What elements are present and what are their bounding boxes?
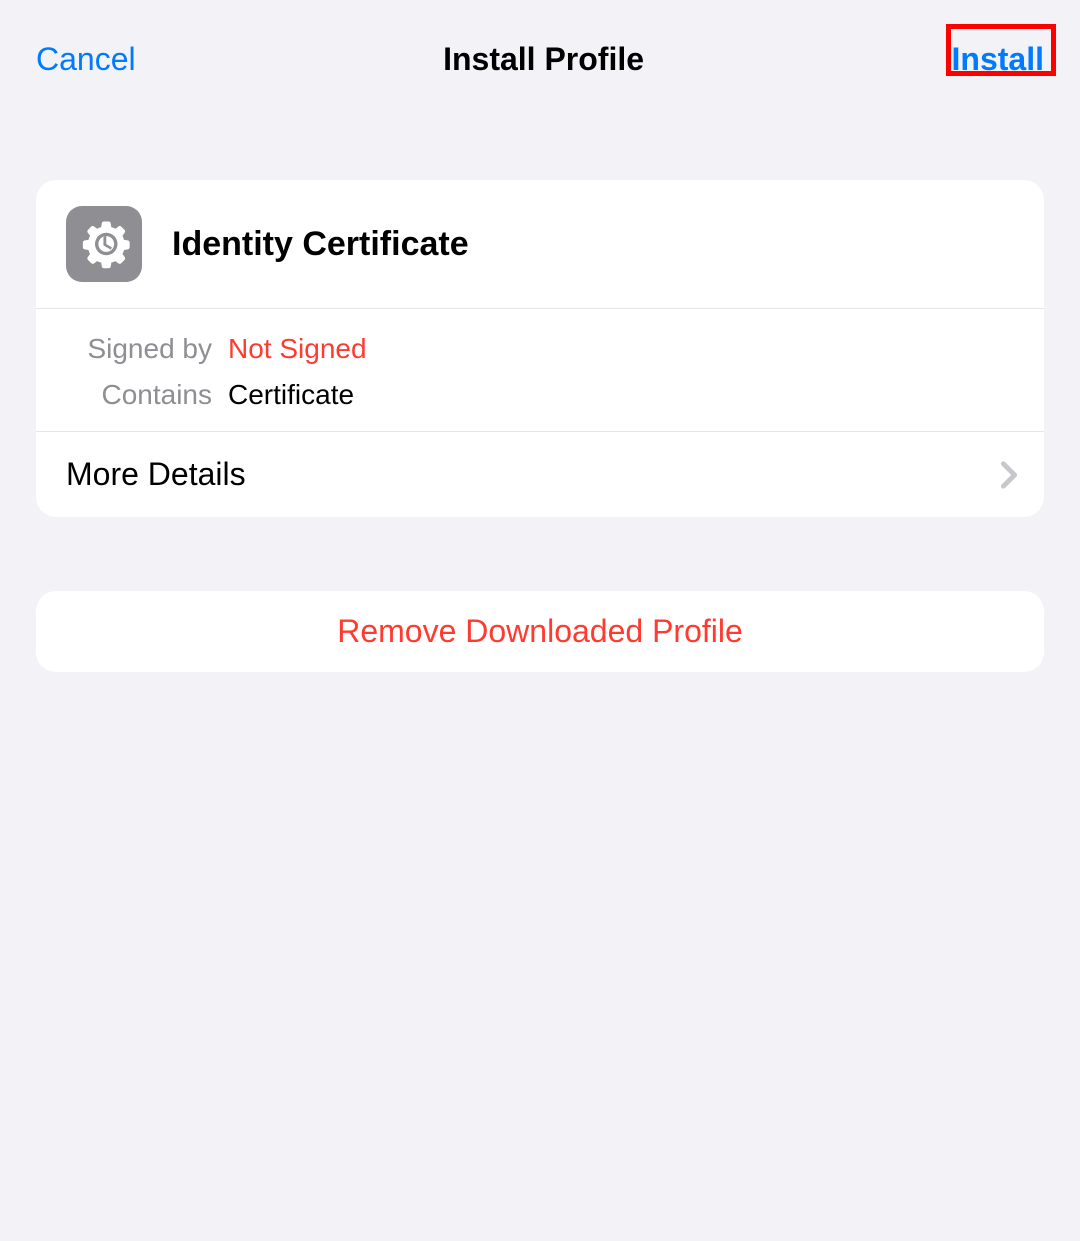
signed-by-value: Not Signed <box>228 333 367 365</box>
navbar: Cancel Install Profile Install <box>0 0 1080 88</box>
signed-by-row: Signed by Not Signed <box>66 333 1014 365</box>
profile-header: Identity Certificate <box>36 180 1044 309</box>
page-title: Install Profile <box>136 41 952 78</box>
remove-profile-label: Remove Downloaded Profile <box>36 613 1044 650</box>
contains-value: Certificate <box>228 379 354 411</box>
remove-profile-button[interactable]: Remove Downloaded Profile <box>36 591 1044 672</box>
profile-title: Identity Certificate <box>172 225 469 264</box>
more-details-label: More Details <box>66 456 246 493</box>
contains-row: Contains Certificate <box>66 379 1014 411</box>
profile-card: Identity Certificate Signed by Not Signe… <box>36 180 1044 517</box>
install-profile-window: Cancel Install Profile Install Identity … <box>0 0 1080 1241</box>
gear-icon <box>66 206 142 282</box>
install-button[interactable]: Install <box>952 41 1044 78</box>
more-details-row[interactable]: More Details <box>36 432 1044 517</box>
cancel-button[interactable]: Cancel <box>36 41 136 78</box>
chevron-right-icon <box>998 461 1020 489</box>
profile-info-section: Signed by Not Signed Contains Certificat… <box>36 309 1044 432</box>
content-area: Identity Certificate Signed by Not Signe… <box>0 88 1080 672</box>
contains-label: Contains <box>66 379 228 411</box>
signed-by-label: Signed by <box>66 333 228 365</box>
